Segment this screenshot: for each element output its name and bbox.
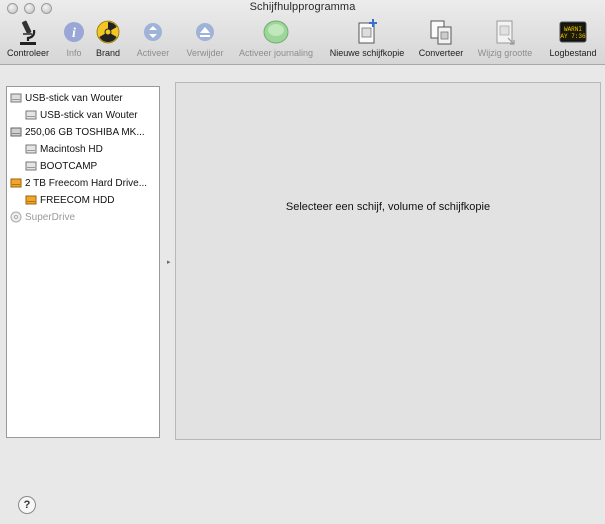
list-item[interactable]: SuperDrive [10, 209, 75, 225]
window-title: Schijfhulpprogramma [249, 1, 356, 13]
disk-label: Macintosh HD [40, 143, 103, 155]
new-disk-image-icon [353, 18, 381, 46]
external-volume-icon [25, 194, 37, 206]
list-item[interactable]: FREECOM HDD [25, 192, 114, 208]
disk-label: 250,06 GB TOSHIBA MK... [25, 126, 145, 138]
list-item[interactable]: 250,06 GB TOSHIBA MK... [10, 124, 145, 140]
disk-label: USB-stick van Wouter [40, 109, 138, 121]
disk-label: SuperDrive [25, 211, 76, 223]
empty-selection-message: Selecteer een schijf, volume of schijfko… [285, 201, 491, 213]
resize-image-button[interactable]: Wijzig grootte [472, 18, 538, 62]
new-image-button[interactable]: Nieuwe schijfkopie [325, 18, 409, 62]
eject-icon [191, 18, 219, 46]
console-log-icon: WARNI AY 7:36 [559, 18, 587, 46]
svg-text:i: i [72, 26, 76, 41]
list-item[interactable]: USB-stick van Wouter [25, 107, 138, 123]
disk-utility-window: Schijfhulpprogramma Controleer i Info Br… [0, 0, 605, 524]
svg-text:WARNI: WARNI [564, 26, 582, 33]
convert-button[interactable]: Converteer [416, 18, 466, 62]
list-item[interactable]: BOOTCAMP [25, 158, 97, 174]
burn-button[interactable]: Brand [94, 18, 122, 62]
info-button[interactable]: i Info [60, 18, 88, 62]
svg-text:AY 7:36: AY 7:36 [560, 33, 586, 40]
microscope-icon [14, 18, 42, 46]
mount-button[interactable]: Activeer [133, 18, 173, 62]
radiation-icon [94, 18, 122, 46]
volume-icon [25, 160, 37, 172]
list-item[interactable]: 2 TB Freecom Hard Drive... [10, 175, 147, 191]
info-icon: i [60, 18, 88, 46]
disk-label: FREECOM HDD [40, 194, 115, 206]
eject-button[interactable]: Verwijder [183, 18, 227, 62]
help-button[interactable]: ? [18, 496, 36, 514]
mount-icon [139, 18, 167, 46]
enable-journaling-button[interactable]: Activeer journaling [233, 18, 319, 62]
convert-image-icon [427, 18, 455, 46]
log-button[interactable]: WARNI AY 7:36 Logbestand [545, 18, 601, 62]
split-view-handle[interactable]: ▸ [167, 258, 171, 266]
disk-label: BOOTCAMP [40, 160, 98, 172]
toolbar: Schijfhulpprogramma Controleer i Info Br… [0, 0, 605, 65]
disk-list[interactable]: USB-stick van Wouter USB-stick van Woute… [6, 86, 160, 438]
list-item[interactable]: Macintosh HD [25, 141, 103, 157]
list-item[interactable]: USB-stick van Wouter [10, 90, 123, 106]
disk-label: 2 TB Freecom Hard Drive... [25, 177, 148, 189]
optical-drive-icon [10, 211, 22, 223]
volume-icon [25, 109, 37, 121]
usb-disk-icon [10, 92, 22, 104]
volume-icon [25, 143, 37, 155]
disk-label: USB-stick van Wouter [25, 92, 123, 104]
external-disk-icon [10, 177, 22, 189]
detail-panel: Selecteer een schijf, volume of schijfko… [175, 82, 601, 440]
resize-image-icon [491, 18, 519, 46]
verify-button[interactable]: Controleer [4, 18, 52, 62]
internal-disk-icon [10, 126, 22, 138]
journaling-icon [262, 18, 290, 46]
